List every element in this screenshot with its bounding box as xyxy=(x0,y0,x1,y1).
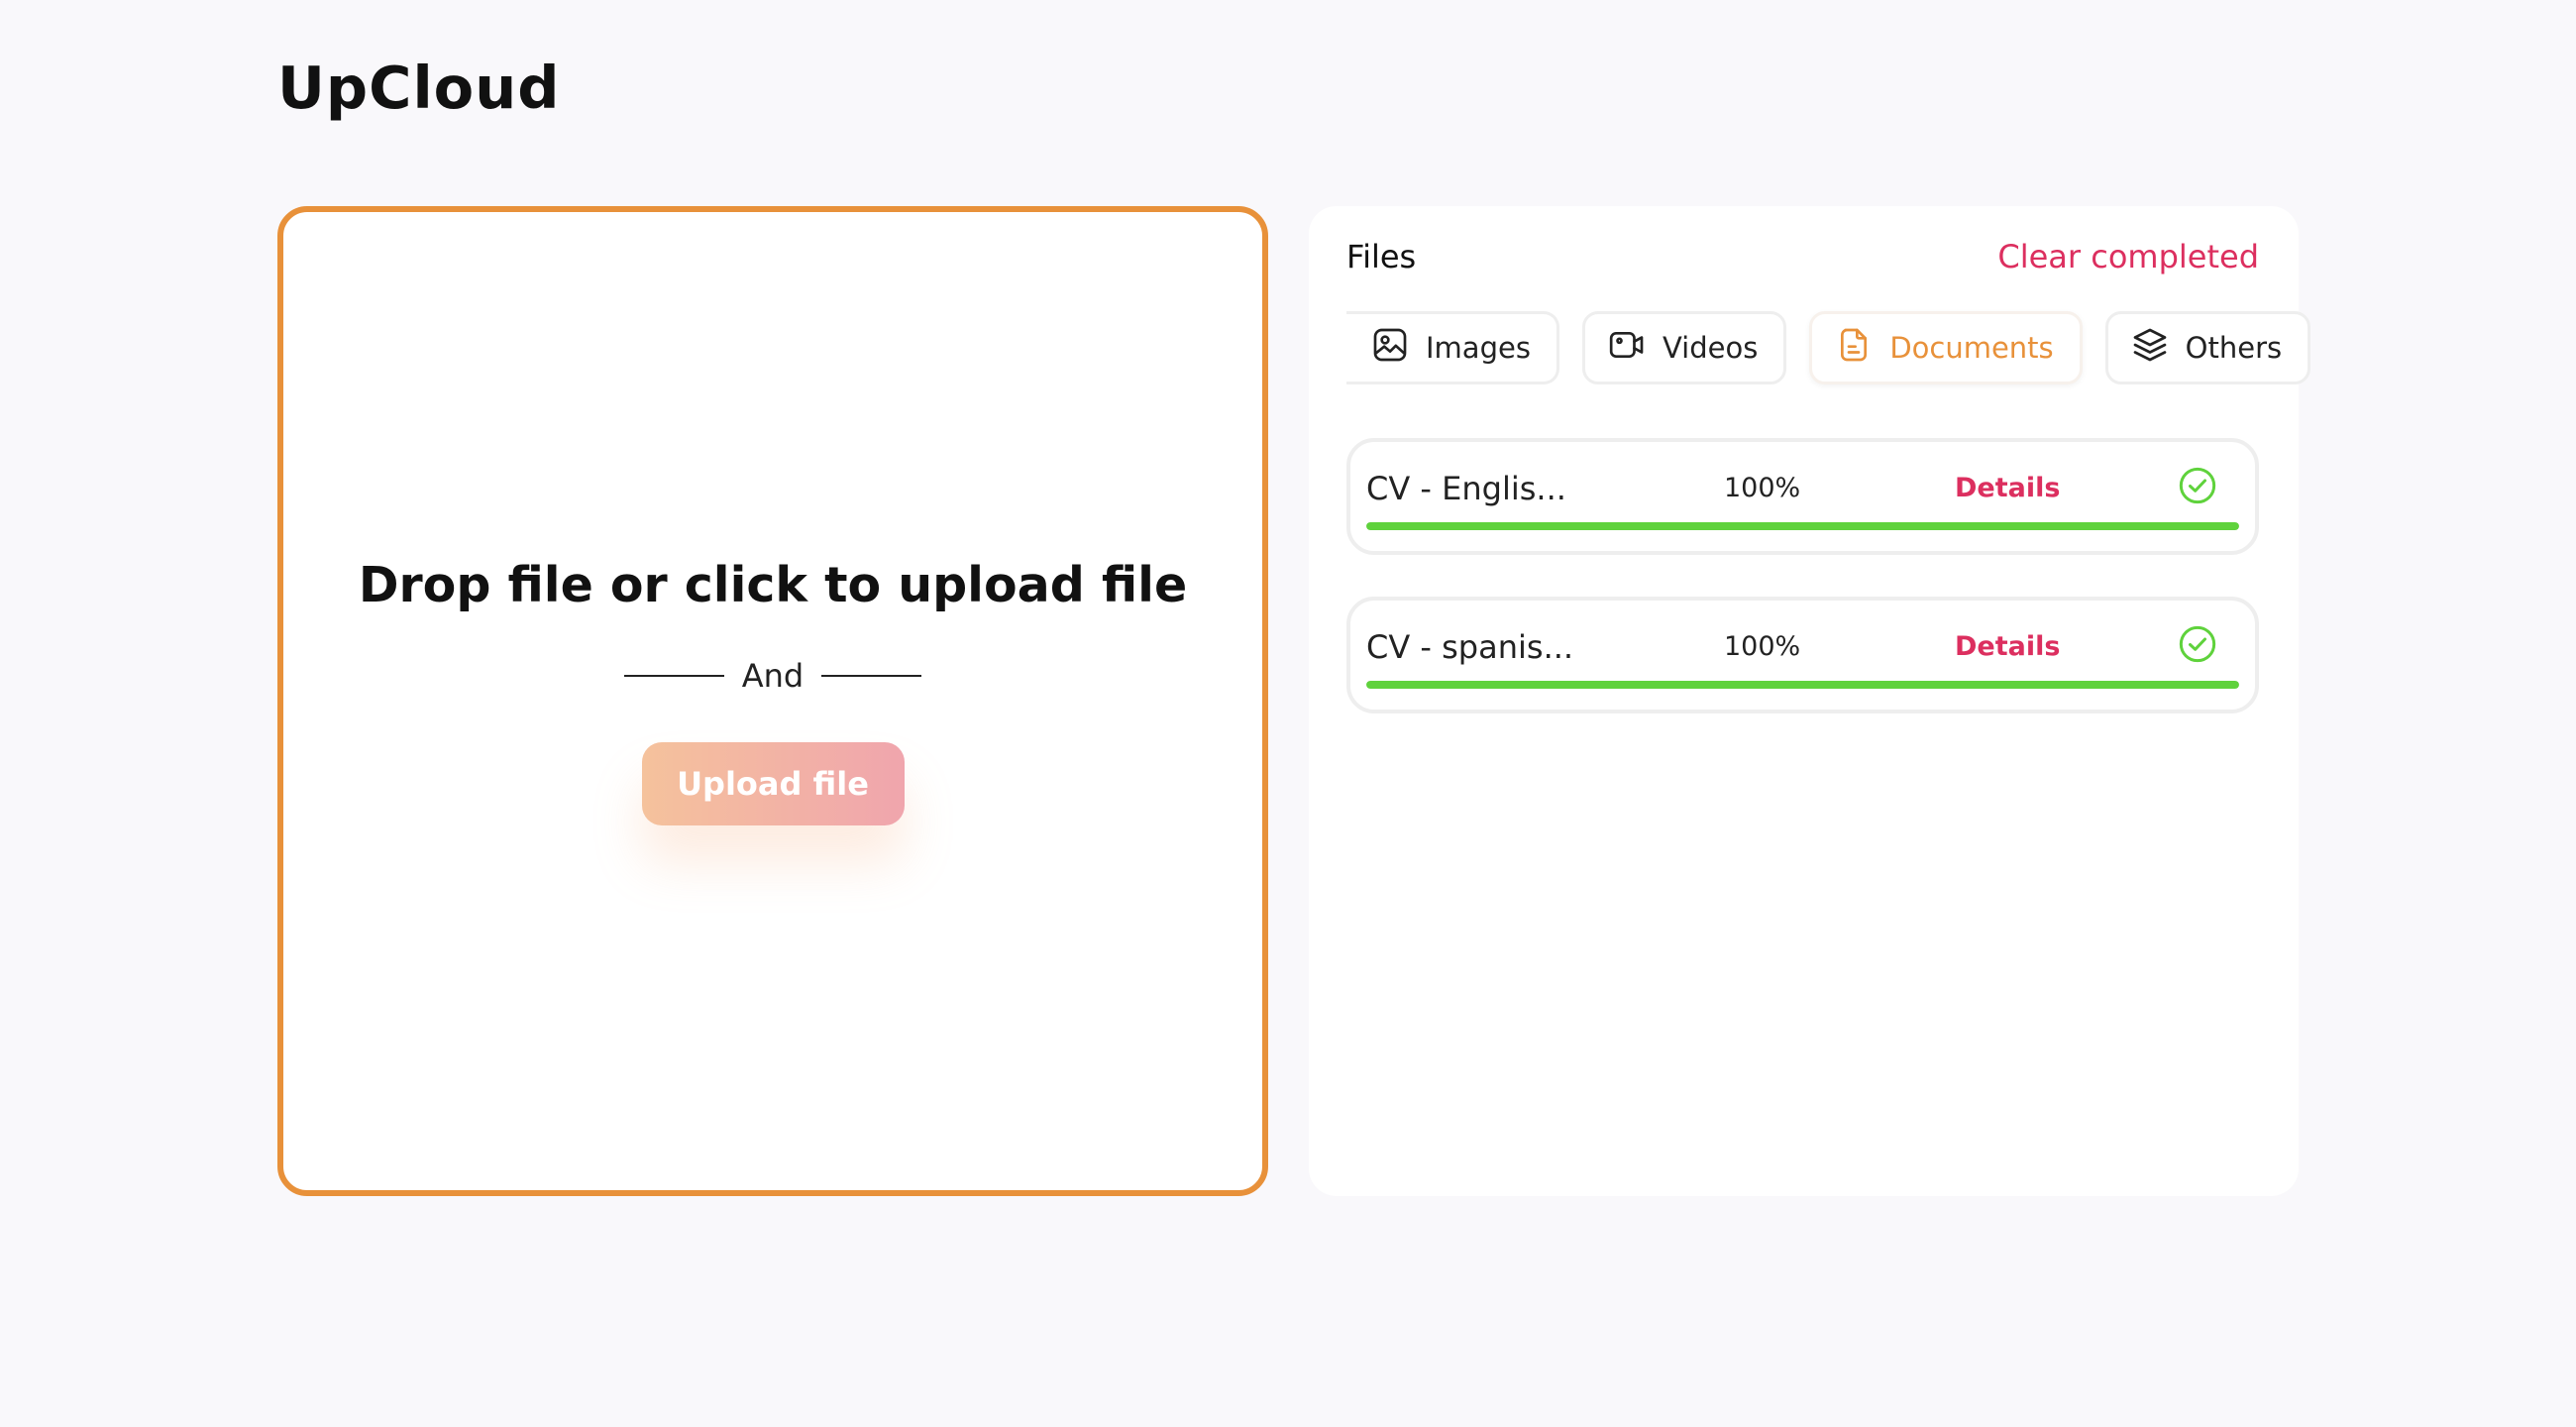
tab-videos[interactable]: Videos xyxy=(1581,311,1787,384)
file-row: CV - spanis... 100% Details xyxy=(1346,597,2259,714)
tab-others-label: Others xyxy=(2185,331,2283,365)
upload-file-button[interactable]: Upload file xyxy=(641,742,905,825)
file-list: CV - Englis... 100% Details CV - spanis.… xyxy=(1346,438,2259,755)
file-type-tabs: Images Videos Documents Others xyxy=(1346,311,2311,384)
dropzone-divider: And xyxy=(623,657,922,695)
divider-line-left xyxy=(623,675,724,677)
file-details-link[interactable]: Details xyxy=(1955,473,2060,503)
file-progress-bar xyxy=(1366,522,2239,530)
app-title: UpCloud xyxy=(277,54,561,122)
file-progress-text: 100% xyxy=(1724,473,1801,503)
document-icon xyxy=(1834,325,1874,372)
image-icon xyxy=(1370,325,1410,372)
clear-completed-button[interactable]: Clear completed xyxy=(1997,238,2259,275)
file-dropzone[interactable]: Drop file or click to upload file And Up… xyxy=(277,206,1268,1196)
file-progress-text: 100% xyxy=(1724,631,1801,662)
file-name: CV - spanis... xyxy=(1366,628,1574,666)
layers-icon xyxy=(2130,325,2170,372)
tab-videos-label: Videos xyxy=(1662,331,1759,365)
file-progress-fill xyxy=(1366,522,2239,530)
file-details-link[interactable]: Details xyxy=(1955,631,2060,662)
tab-others[interactable]: Others xyxy=(2104,311,2311,384)
files-header: Files Clear completed xyxy=(1346,238,2259,275)
check-circle-icon xyxy=(2179,467,2216,504)
tab-images[interactable]: Images xyxy=(1346,311,1559,384)
files-panel: Files Clear completed Images Videos Docu… xyxy=(1309,206,2311,1196)
file-name: CV - Englis... xyxy=(1366,470,1566,507)
files-title: Files xyxy=(1346,238,1417,275)
tab-documents-label: Documents xyxy=(1889,331,2054,365)
video-icon xyxy=(1607,325,1647,372)
tab-images-label: Images xyxy=(1426,331,1531,365)
check-circle-icon xyxy=(2179,625,2216,663)
divider-text: And xyxy=(741,657,805,695)
tab-documents[interactable]: Documents xyxy=(1809,311,2083,384)
divider-line-right xyxy=(821,675,922,677)
file-progress-bar xyxy=(1366,681,2239,689)
file-progress-fill xyxy=(1366,681,2239,689)
file-row: CV - Englis... 100% Details xyxy=(1346,438,2259,555)
dropzone-title: Drop file or click to upload file xyxy=(358,557,1188,613)
